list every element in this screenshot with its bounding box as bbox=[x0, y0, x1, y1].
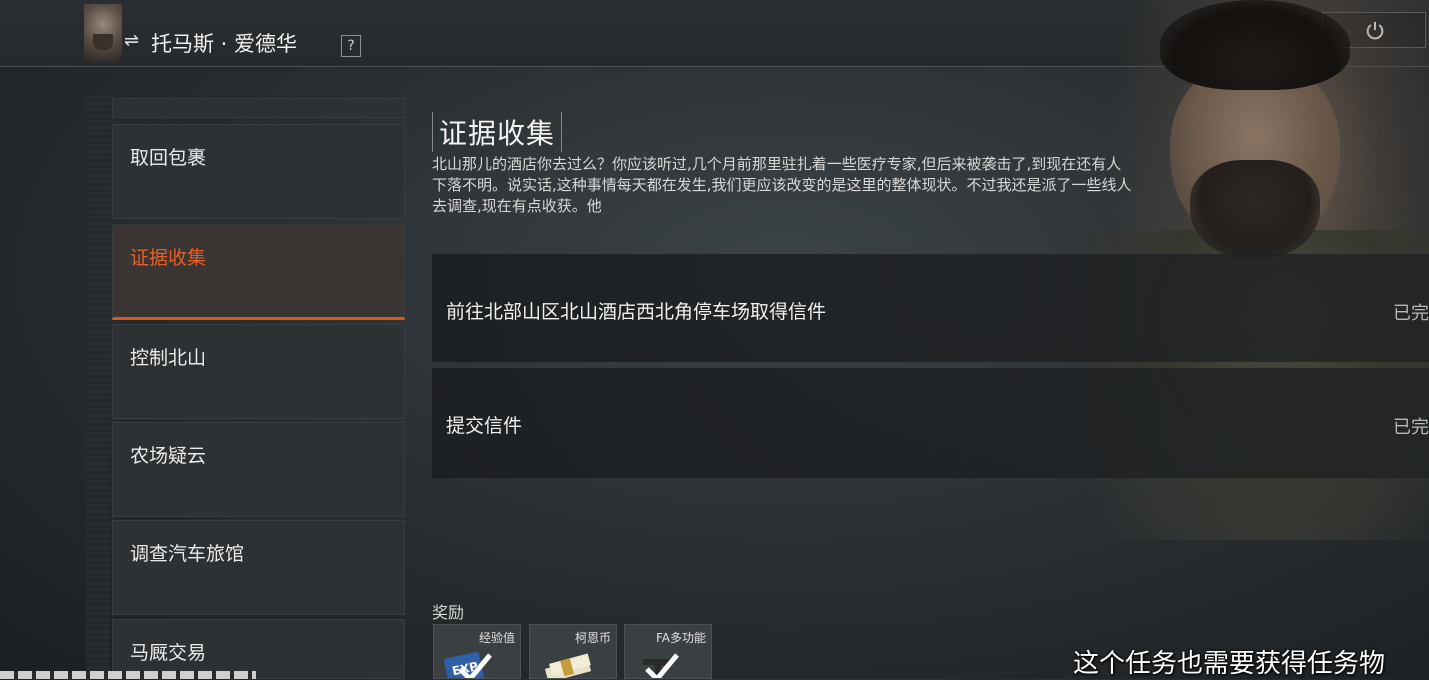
reward-item-roubles[interactable]: 柯恩币 bbox=[529, 624, 617, 679]
reward-name: 柯恩币 bbox=[574, 631, 611, 645]
bottom-edge-strip bbox=[0, 671, 256, 679]
task-list: 取回包裹 证据收集 控制北山 农场疑云 调查汽车旅馆 马厩交易 bbox=[0, 66, 410, 679]
task-item-label: 证据收集 bbox=[130, 247, 207, 269]
objective-row[interactable]: 前往北部山区北山酒店西北角停车场取得信件 已完 bbox=[432, 254, 1429, 362]
task-item-retrieve-package[interactable]: 取回包裹 bbox=[112, 124, 405, 219]
task-item-label: 控制北山 bbox=[130, 347, 207, 369]
video-subtitle: 这个任务也需要获得任务物 bbox=[1073, 649, 1386, 679]
task-item-label: 调查汽车旅馆 bbox=[130, 543, 245, 565]
task-item-label: 农场疑云 bbox=[130, 445, 207, 467]
checkmark-icon bbox=[645, 653, 679, 678]
task-item-evidence-collection[interactable]: 证据收集 bbox=[112, 224, 405, 320]
task-item-control-north-hill[interactable]: 控制北山 bbox=[112, 324, 405, 419]
reward-name: FA多功能 bbox=[655, 631, 706, 645]
objective-status: 已完 bbox=[1393, 417, 1429, 438]
help-icon[interactable]: ? bbox=[341, 35, 361, 57]
portrait-hair bbox=[1160, 0, 1350, 90]
money-stack-icon bbox=[544, 653, 592, 678]
task-item-label: 取回包裹 bbox=[130, 147, 207, 169]
objective-row[interactable]: 提交信件 已完 bbox=[432, 368, 1429, 478]
exp-card-icon: EXP bbox=[444, 652, 492, 678]
objective-status: 已完 bbox=[1393, 303, 1429, 324]
reward-name: 经验值 bbox=[478, 631, 515, 645]
portrait-beard bbox=[1190, 160, 1320, 260]
trader-avatar[interactable] bbox=[84, 4, 122, 62]
reward-item-fa-multitool[interactable]: FA多功能 bbox=[624, 624, 712, 679]
task-item-farm-mystery[interactable]: 农场疑云 bbox=[112, 422, 405, 517]
task-description: 北山那儿的酒店你去过么？你应该听过,几个月前那里驻扎着一些医疗专家,但后来被袭击… bbox=[432, 155, 1132, 215]
swap-arrows-icon[interactable]: ⇌ bbox=[124, 30, 139, 51]
rewards-label: 奖励 bbox=[432, 603, 465, 622]
trader-name: 托马斯 · 爱德华 bbox=[151, 32, 298, 56]
task-item-stable-deal[interactable]: 马厩交易 bbox=[112, 619, 405, 679]
task-item-label: 马厩交易 bbox=[130, 642, 207, 664]
sidebar-rail bbox=[86, 96, 110, 679]
reward-item-exp[interactable]: 经验值 EXP bbox=[433, 624, 521, 679]
task-list-top-edge bbox=[112, 98, 405, 118]
weapon-icon bbox=[643, 653, 679, 678]
task-title: 证据收集 bbox=[432, 112, 563, 152]
task-item-investigate-motel[interactable]: 调查汽车旅馆 bbox=[112, 520, 405, 615]
objective-text: 前往北部山区北山酒店西北角停车场取得信件 bbox=[446, 301, 827, 323]
objective-text: 提交信件 bbox=[446, 415, 523, 437]
